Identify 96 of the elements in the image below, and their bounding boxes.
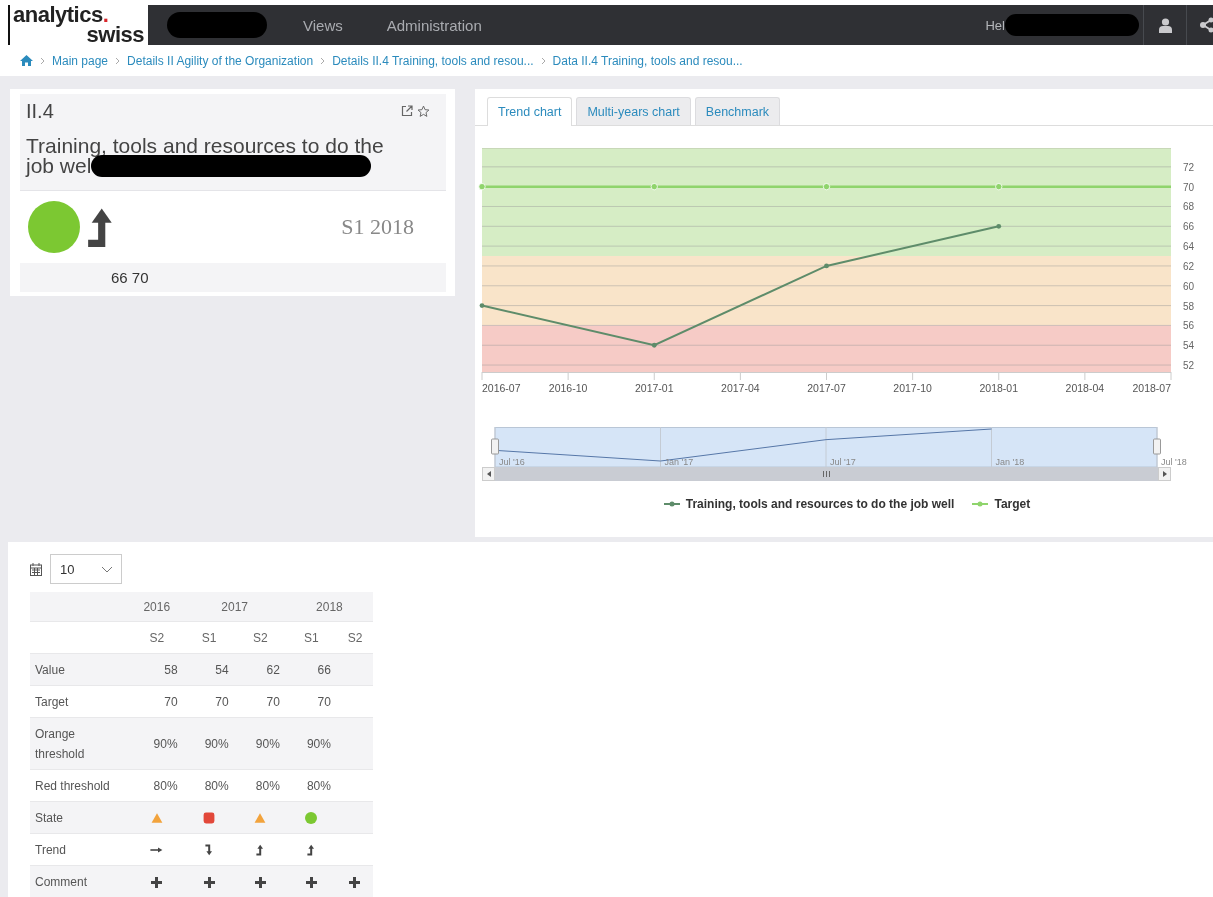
data-point [478,183,486,191]
external-link-icon[interactable] [401,105,413,117]
navigator-handle[interactable] [1153,438,1161,455]
x-axis-label: 2017-01 [635,382,674,394]
chevron-icon [115,56,121,65]
breadcrumb-link[interactable]: Main page [52,53,109,68]
select-value: 10 [60,561,75,577]
indicator-title: job wel [26,157,92,175]
y-axis-label: 52 [1183,360,1195,372]
x-axis-label: 2018-04 [1065,382,1105,394]
navigator-label: Jan '17 [664,457,694,467]
chevron-icon [540,56,546,65]
table-cell: 58 [130,653,184,686]
breadcrumb-link[interactable]: Details II.4 Training, tools and resou... [332,53,534,68]
legend-label[interactable]: Target [994,497,1031,511]
y-axis-label: 62 [1183,260,1195,272]
row-label: Orange threshold [30,717,130,770]
logo-text: analytics [13,2,103,27]
row-label: State [30,801,130,834]
column-header: 2017 [183,592,286,622]
y-axis-label: 54 [1183,340,1195,352]
plus-icon[interactable] [305,876,317,888]
chevron-icon [320,56,326,65]
breadcrumb-link[interactable]: Details II Agility of the Organization [127,53,314,68]
data-point [995,183,1003,191]
row-label: Comment [30,865,130,897]
y-axis-label: 56 [1183,320,1195,332]
x-axis-label: 2016-10 [548,382,588,394]
period-label: S1 2018 [341,214,414,240]
tab[interactable]: Multi-years chart [576,97,691,125]
calendar-icon [30,562,42,576]
table-cell: 66 [285,653,337,686]
card-footer-values: 66 70 [20,263,446,292]
x-axis-label: 2018-01 [979,382,1018,394]
y-axis-label: 64 [1183,241,1195,253]
data-point [479,303,485,308]
navigator-label: Jul '17 [830,457,856,467]
table-cell: 62 [234,653,286,686]
plus-icon[interactable] [203,876,215,888]
arrow-right-icon[interactable] [1162,471,1167,477]
table-cell: 90% [130,717,184,770]
indicator-code: II.4 [26,100,54,123]
legend-line-icon [972,501,989,507]
legend-line-icon [663,501,680,507]
navigator-handle[interactable] [491,438,499,455]
table-cell: 90% [285,717,337,770]
y-axis-label: 58 [1183,300,1195,312]
table-cell: 90% [234,717,286,770]
navigator-label: Jul '18 [1161,457,1187,467]
plus-icon[interactable] [349,876,361,888]
share-button[interactable] [1186,5,1213,45]
column-header: 2016 [130,592,184,622]
y-axis-label: 68 [1183,201,1195,213]
page-size-select[interactable]: 10 [50,554,122,584]
logo[interactable]: analytics. swiss [10,5,148,45]
x-axis-label: 2017-10 [893,382,932,394]
y-axis-label: 70 [1183,181,1195,193]
logo-text: swiss [86,26,144,44]
tab[interactable]: Trend chart [487,97,573,126]
x-axis-label: 2016-07 [482,382,521,394]
grip-icon[interactable] [823,471,830,477]
data-point [824,263,829,269]
x-axis-label: 2017-04 [721,382,760,394]
home-icon[interactable] [20,55,33,66]
navigator-label: Jan '18 [995,457,1025,467]
table-cell: 90% [183,717,235,770]
tab[interactable]: Benchmark [694,97,781,125]
row-label: Value [30,653,130,686]
scrollbar[interactable] [482,467,1171,481]
table-cell: 54 [183,653,235,686]
share-icon [1200,17,1213,33]
plus-icon[interactable] [151,876,163,888]
data-point [996,223,1002,229]
user-icon [1158,17,1172,33]
y-axis-label: 60 [1183,280,1195,292]
x-axis-label: 2017-07 [807,382,846,394]
navigator-label: Jul '16 [499,457,525,467]
y-axis-label: 66 [1183,221,1195,233]
chevron-down-icon [101,565,113,573]
breadcrumb-link[interactable]: Data II.4 Training, tools and resou... [552,53,743,68]
greeting-text: Hel [985,17,1005,33]
indicator-title: Training, tools and resources to do the [26,137,385,155]
plus-icon[interactable] [254,876,266,888]
star-icon[interactable] [417,105,430,118]
legend-label[interactable]: Training, tools and resources to do the job well [685,497,955,511]
x-axis-label: 2018-07 [1132,382,1171,394]
y-axis-label: 72 [1183,161,1195,173]
chevron-icon [40,56,45,65]
data-point [822,183,831,191]
nav-menu-item[interactable]: Views [303,16,343,34]
data-point [651,342,657,348]
column-header: 2018 [285,592,373,622]
data-point [650,183,658,191]
nav-menu-item[interactable]: Administration [386,16,482,34]
logo-dot: . [102,2,109,27]
arrow-left-icon[interactable] [486,471,491,477]
